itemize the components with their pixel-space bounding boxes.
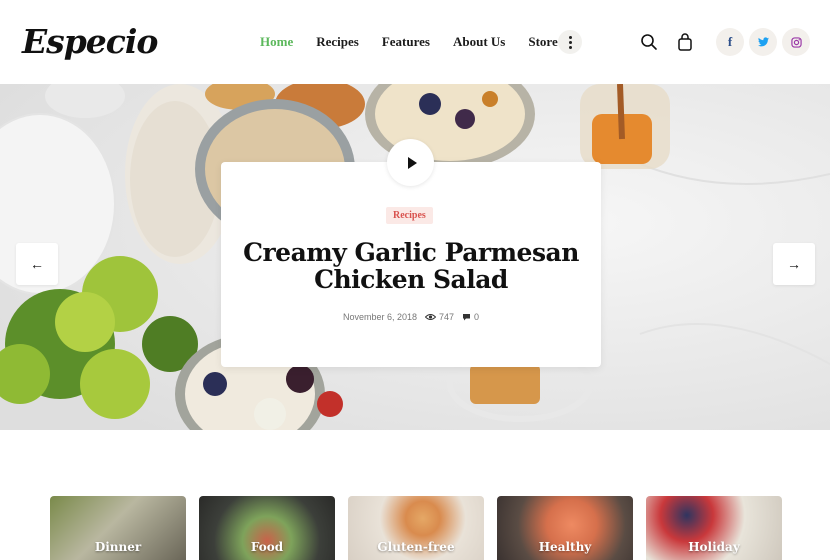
featured-post-card: Recipes Creamy Garlic Parmesan Chicken S… — [221, 162, 601, 367]
category-tile-dinner[interactable]: Dinner — [50, 496, 186, 560]
category-label: Holiday — [688, 540, 740, 554]
instagram-button[interactable] — [782, 28, 810, 56]
nav-item-store[interactable]: Store — [528, 34, 557, 50]
cart-button[interactable] — [677, 33, 693, 51]
category-tile-food[interactable]: Food — [199, 496, 335, 560]
site-header: Especio Home Recipes Features About Us S… — [0, 0, 830, 84]
post-meta: November 6, 2018 747 0 — [221, 312, 601, 322]
more-dots-icon — [568, 35, 572, 50]
comment-icon — [463, 314, 471, 321]
post-views: 747 — [425, 312, 454, 322]
facebook-button[interactable]: f — [716, 28, 744, 56]
play-video-button[interactable] — [387, 139, 434, 186]
more-menu-button[interactable] — [558, 30, 582, 54]
category-label: Dinner — [94, 540, 142, 554]
facebook-icon: f — [727, 34, 733, 49]
post-title-line-2: Chicken Salad — [314, 265, 508, 294]
nav-item-about-us[interactable]: About Us — [453, 34, 505, 50]
slider-prev-button[interactable]: ← — [16, 243, 58, 285]
category-label: Food — [250, 540, 284, 554]
category-label: Healthy — [538, 540, 592, 554]
twitter-icon — [757, 37, 769, 47]
instagram-icon — [790, 36, 802, 48]
play-icon — [407, 156, 417, 169]
arrow-left-icon: ← — [30, 256, 44, 272]
site-logo[interactable]: Especio — [22, 22, 158, 61]
post-title[interactable]: Creamy Garlic Parmesan Chicken Salad — [241, 239, 581, 293]
comments-count: 0 — [474, 312, 480, 322]
nav-item-recipes[interactable]: Recipes — [316, 34, 359, 50]
shopping-bag-icon — [678, 33, 692, 51]
search-button[interactable] — [640, 33, 658, 51]
post-comments[interactable]: 0 — [462, 312, 479, 322]
category-tile-gluten-free[interactable]: Gluten-free — [348, 496, 484, 560]
eye-icon — [425, 314, 436, 320]
category-tiles: Dinner Food Gluten-free Healthy Holiday — [50, 496, 795, 560]
category-label: Gluten-free — [377, 540, 455, 554]
post-date: November 6, 2018 — [342, 312, 417, 322]
search-icon — [641, 34, 657, 50]
post-title-line-1: Creamy Garlic Parmesan — [243, 238, 579, 267]
slider-next-button[interactable]: → — [773, 243, 815, 285]
views-count: 747 — [439, 312, 455, 322]
category-tile-healthy[interactable]: Healthy — [497, 496, 633, 560]
nav-item-home[interactable]: Home — [260, 34, 293, 50]
category-tile-holiday[interactable]: Holiday — [646, 496, 782, 560]
nav-item-features[interactable]: Features — [382, 34, 430, 50]
main-nav: Home Recipes Features About Us Store — [260, 34, 581, 50]
twitter-button[interactable] — [749, 28, 777, 56]
category-badge[interactable]: Recipes — [386, 207, 433, 224]
arrow-right-icon: → — [787, 256, 801, 272]
hero-slider: ← → Recipes Creamy Garlic Parmesan Chick… — [0, 84, 830, 430]
